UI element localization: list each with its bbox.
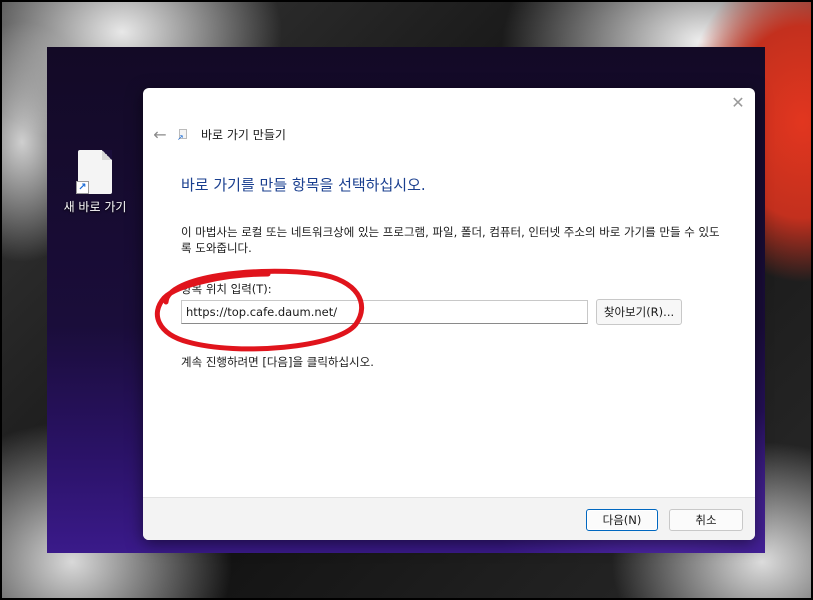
cancel-button[interactable]: 취소	[669, 509, 743, 531]
wizard-heading: 바로 가기를 만들 항목을 선택하십시오.	[181, 176, 426, 194]
continue-instruction: 계속 진행하려면 [다음]을 클릭하십시오.	[181, 355, 374, 369]
dialog-footer: 다음(N) 취소	[143, 497, 755, 540]
back-arrow-icon[interactable]: ←	[151, 125, 169, 144]
create-shortcut-dialog: ✕ ← 바로 가기 만들기 바로 가기를 만들 항목을 선택하십시오. 이 마법…	[143, 88, 755, 540]
wizard-title: 바로 가기 만들기	[201, 127, 286, 142]
desktop-shortcut-icon[interactable]: ↗ 새 바로 가기	[57, 150, 133, 215]
browse-button[interactable]: 찾아보기(R)...	[596, 299, 682, 325]
desktop-icon-label: 새 바로 가기	[63, 200, 127, 214]
shortcut-wizard-icon	[177, 128, 189, 142]
wizard-description: 이 마법사는 로컬 또는 네트워크상에 있는 프로그램, 파일, 폴더, 컴퓨터…	[181, 225, 720, 255]
next-button[interactable]: 다음(N)	[586, 509, 658, 531]
shortcut-arrow-icon: ↗	[76, 181, 89, 194]
location-label: 항목 위치 입력(T):	[181, 282, 272, 296]
wizard-header: ← 바로 가기 만들기	[151, 124, 286, 144]
close-icon[interactable]: ✕	[729, 94, 747, 112]
location-input[interactable]	[181, 300, 588, 324]
file-icon: ↗	[76, 150, 112, 194]
